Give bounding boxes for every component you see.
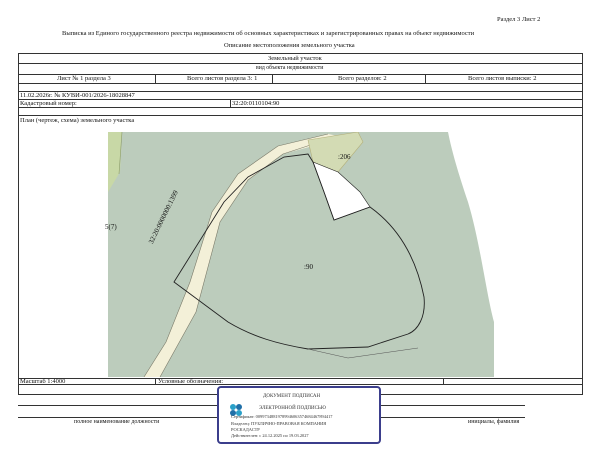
electronic-signature-stamp: ДОКУМЕНТ ПОДПИСАН ЭЛЕКТРОННОЙ ПОДПИСЬЮ С… xyxy=(217,386,381,444)
parcel-label: :90 xyxy=(304,263,313,271)
map-background xyxy=(108,132,494,377)
land-plot-plan: 32:20:0000000:1399 :90 :206 5(7) xyxy=(105,131,494,378)
scale-label: Масштаб 1:4000 xyxy=(20,378,66,385)
stamp-certificate: Сертификат: 0099734881978994606357468446… xyxy=(231,414,333,419)
initials-label: инициалы, фамилия xyxy=(468,419,520,425)
date-number: 11.02.2026г. № КУВИ-001/2026-18028847 xyxy=(20,92,135,99)
total-sections: Всего разделов: 2 xyxy=(338,75,387,82)
left-plot-label: 5(7) xyxy=(105,223,117,231)
document-subtitle: Описание местоположения земельного участ… xyxy=(224,42,355,49)
object-kind-label: вид объекта недвижимости xyxy=(256,65,324,71)
section-sheet-label: Раздел 3 Лист 2 xyxy=(497,16,541,23)
plan-label: План (чертеж, схема) земельного участка xyxy=(20,117,135,124)
stamp-line-2: ЭЛЕКТРОННОЙ ПОДПИСЬЮ xyxy=(259,406,326,411)
sheet-of-section: Лист № 1 раздела 3 xyxy=(57,75,111,82)
cadastral-number: 32:20:0110104:90 xyxy=(232,100,280,107)
document-title: Выписка из Единого государственного реес… xyxy=(62,30,475,37)
position-label: полное наименование должности xyxy=(74,419,160,425)
cadastral-label: Кадастровый номер: xyxy=(20,100,77,107)
neighbor-label: :206 xyxy=(338,153,351,161)
total-sheets-extract: Всего листов выписки: 2 xyxy=(468,75,537,82)
stamp-owner: Владелец: ПУБЛИЧНО-ПРАВОВАЯ КОМПАНИЯ xyxy=(231,421,327,426)
stamp-owner-2: РОСКАДАСТР xyxy=(231,427,260,432)
stamp-valid: Действителен: с 24.12.2025 по 19.03.2027 xyxy=(231,433,309,438)
stamp-line-1: ДОКУМЕНТ ПОДПИСАН xyxy=(263,394,321,399)
total-sheets-section: Всего листов раздела 3: 1 xyxy=(187,75,258,82)
object-type: Земельный участок xyxy=(268,55,322,62)
legend-label: Условные обозначения: xyxy=(158,378,224,385)
